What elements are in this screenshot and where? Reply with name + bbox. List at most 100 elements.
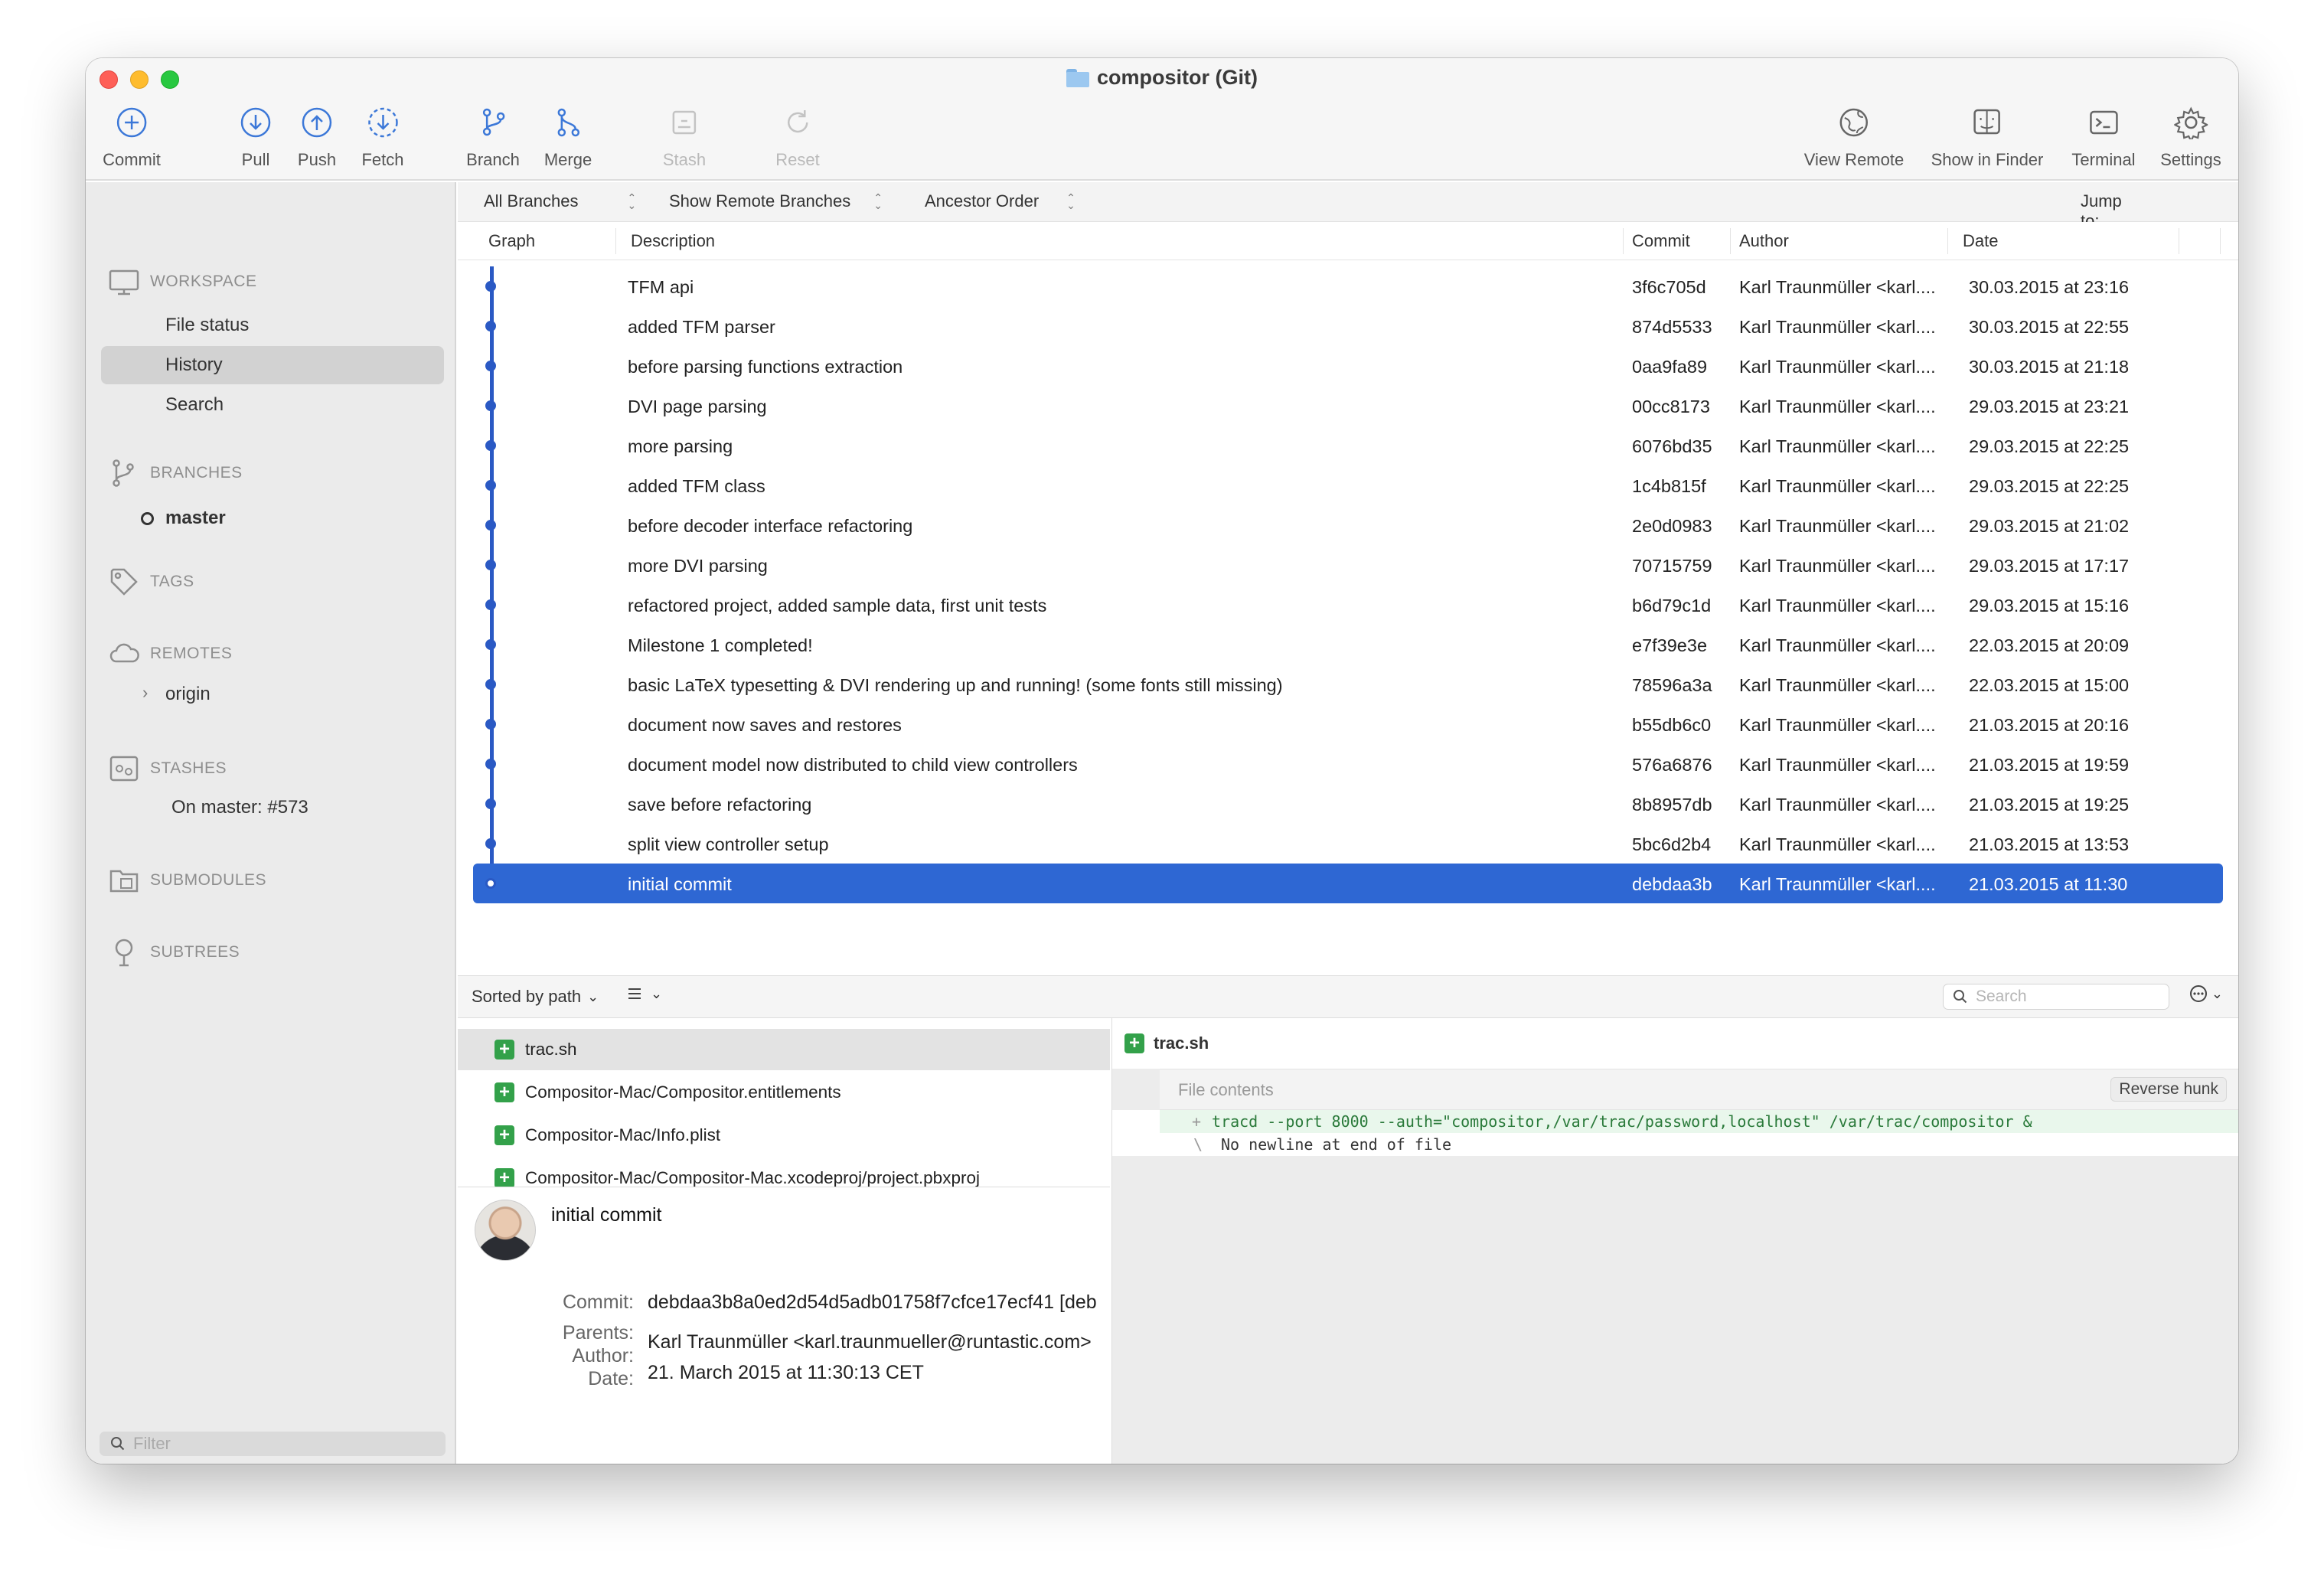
commit-node <box>485 520 496 531</box>
commit-row[interactable]: split view controller setup 5bc6d2b4 Karl … <box>473 824 2223 864</box>
fetch-button[interactable]: Fetch <box>361 104 404 170</box>
commit-row[interactable]: before parsing functions extraction 0aa9f… <box>473 346 2223 386</box>
sidebar-item-origin[interactable]: › origin <box>101 675 444 713</box>
commit-node <box>485 281 496 292</box>
commit-row[interactable]: added TFM class 1c4b815f Karl Traunmüller … <box>473 465 2223 505</box>
submodule-icon <box>109 870 139 893</box>
show-in-finder-button[interactable]: Show in Finder <box>1931 104 2043 170</box>
diff-line-added: + tracd --port 8000 --auth="compositor,/… <box>1112 1110 2238 1133</box>
col-author[interactable]: Author <box>1739 231 1789 251</box>
sort-dropdown[interactable]: Sorted by path ⌄ <box>472 987 599 1007</box>
view-mode-dropdown[interactable]: ⌄ <box>626 985 662 1002</box>
globe-icon <box>1836 104 1872 141</box>
commit-row[interactable]: TFM api 3f6c705d Karl Traunmüller <karl...… <box>473 266 2223 306</box>
file-row[interactable]: + Compositor-Mac/Info.plist <box>458 1115 1110 1156</box>
sidebar-item-stash[interactable]: On master: #573 <box>101 788 444 827</box>
commit-row[interactable]: refactored project, added sample data, f… <box>473 585 2223 625</box>
sidebar-item-search[interactable]: Search <box>101 386 444 424</box>
commit-description: before decoder interface refactoring <box>628 516 913 536</box>
commit-description: before parsing functions extraction <box>628 357 903 377</box>
stashes-section-header[interactable]: STASHES <box>109 753 227 784</box>
file-row[interactable]: + Compositor-Mac/Compositor.entitlements <box>458 1072 1110 1113</box>
commit-row[interactable]: save before refactoring 8b8957db Karl Trau… <box>473 784 2223 824</box>
submodules-section-header[interactable]: SUBMODULES <box>109 865 266 896</box>
commit-row[interactable]: document now saves and restores b55db6c0 K… <box>473 704 2223 744</box>
filter-placeholder: Filter <box>133 1434 171 1453</box>
col-commit[interactable]: Commit <box>1632 231 1690 251</box>
col-description[interactable]: Description <box>631 231 715 251</box>
updown-chevron-icon: ⌃ ⌄ <box>873 191 883 211</box>
sidebar-item-master[interactable]: master <box>101 499 444 537</box>
col-graph[interactable]: Graph <box>488 231 535 251</box>
commit-date: 29.03.2015 at 17:17 <box>1969 556 2130 576</box>
commit-hash: 78596a3a <box>1632 675 1712 695</box>
branch-button[interactable]: Branch <box>466 104 520 170</box>
subtrees-section-header[interactable]: SUBTREES <box>109 937 240 968</box>
file-search-input[interactable]: Search <box>1943 984 2169 1010</box>
chevron-right-icon[interactable]: › <box>142 683 148 703</box>
commit-date: 29.03.2015 at 23:21 <box>1969 397 2130 416</box>
commit-author: Karl Traunmüller <karl.... <box>1739 715 1936 735</box>
commit-row[interactable]: more parsing 6076bd35 Karl Traunmüller <ka… <box>473 426 2223 465</box>
commit-row[interactable]: before decoder interface refactoring 2e0d… <box>473 505 2223 545</box>
commit-row[interactable]: added TFM parser 874d5533 Karl Traunmüller… <box>473 306 2223 346</box>
sidebar-item-file-status[interactable]: File status <box>101 306 444 344</box>
more-options-button[interactable]: ⌄ <box>2189 984 2223 1004</box>
pull-button[interactable]: Pull <box>237 104 274 170</box>
reverse-hunk-button[interactable]: Reverse hunk <box>2110 1077 2227 1102</box>
current-branch-icon <box>141 512 154 525</box>
commit-description: initial commit <box>628 874 732 894</box>
tags-section-header[interactable]: TAGS <box>109 566 194 597</box>
commit-row[interactable]: basic LaTeX typesetting & DVI rendering … <box>473 664 2223 704</box>
commit-author: Karl Traunmüller <karl.... <box>1739 675 1936 695</box>
commit-description: TFM api <box>628 277 694 297</box>
diff-file-header: + trac.sh <box>1112 1018 2238 1069</box>
remotes-section-header[interactable]: REMOTES <box>109 638 232 669</box>
file-row[interactable]: + trac.sh <box>458 1029 1110 1070</box>
commit-row[interactable]: DVI page parsing 00cc8173 Karl Traunmüller… <box>473 386 2223 426</box>
remote-branches-dropdown[interactable]: Show Remote Branches ⌃ ⌄ <box>669 191 883 211</box>
merge-button[interactable]: Merge <box>544 104 592 170</box>
commit-description: added TFM parser <box>628 317 775 337</box>
stash-icon <box>666 104 703 141</box>
stash-button[interactable]: Stash <box>663 104 706 170</box>
order-dropdown[interactable]: Ancestor Order ⌃ ⌄ <box>925 191 1076 211</box>
commit-hash: 6076bd35 <box>1632 436 1712 456</box>
commit-author: Karl Traunmüller <karl.... <box>1739 277 1936 297</box>
commit-node <box>485 798 496 809</box>
workspace-section-header[interactable]: WORKSPACE <box>109 266 256 297</box>
commit-date: 29.03.2015 at 15:16 <box>1969 596 2130 615</box>
commit-row[interactable]: Milestone 1 completed! e7f39e3e Karl Traun… <box>473 625 2223 664</box>
sidebar-item-history[interactable]: History <box>101 346 444 384</box>
commit-date: 21.03.2015 at 19:59 <box>1969 755 2130 775</box>
chevron-down-icon: ⌄ <box>2211 985 2223 1001</box>
commit-node <box>485 560 496 570</box>
commit-row[interactable]: initial commit debdaa3b Karl Traunmüller <… <box>473 864 2223 903</box>
commit-node <box>485 878 496 889</box>
branches-section-header[interactable]: BRANCHES <box>109 458 243 488</box>
commit-hash[interactable]: debdaa3b8a0ed2d54d5adb01758f7cfce17ecf41… <box>648 1291 1097 1314</box>
commit-author: Karl Traunmüller <karl.... <box>1739 317 1936 337</box>
commit-button[interactable]: Commit <box>103 104 161 170</box>
commit-row[interactable]: document model now distributed to child … <box>473 744 2223 784</box>
chevron-down-icon: ⌄ <box>651 985 663 1001</box>
view-remote-button[interactable]: View Remote <box>1804 104 1904 170</box>
terminal-button[interactable]: Terminal <box>2071 104 2136 170</box>
branches-filter-dropdown[interactable]: All Branches ⌃ ⌄ <box>484 191 636 211</box>
col-date[interactable]: Date <box>1963 231 1998 251</box>
sidebar-filter-field[interactable]: Filter <box>100 1432 446 1456</box>
commit-author: Karl Traunmüller <karl.... <box>1739 795 1936 815</box>
reset-icon <box>779 104 816 141</box>
commit-date: 30.03.2015 at 23:16 <box>1969 277 2130 297</box>
push-button[interactable]: Push <box>298 104 336 170</box>
updown-chevron-icon: ⌃ ⌄ <box>1066 191 1076 211</box>
commit-author: Karl Traunmüller <karl.... <box>1739 357 1936 377</box>
commit-author: Karl Traunmüller <karl.... <box>1739 397 1936 416</box>
history-column-headers: Graph Description Commit Author Date <box>458 222 2238 260</box>
settings-button[interactable]: Settings <box>2160 104 2221 170</box>
commit-hash: b6d79c1d <box>1632 596 1712 615</box>
commit-date: 30.03.2015 at 21:18 <box>1969 357 2130 377</box>
commit-date: 21.03.2015 at 20:16 <box>1969 715 2130 735</box>
commit-row[interactable]: more DVI parsing 70715759 Karl Traunmüller… <box>473 545 2223 585</box>
reset-button[interactable]: Reset <box>775 104 820 170</box>
